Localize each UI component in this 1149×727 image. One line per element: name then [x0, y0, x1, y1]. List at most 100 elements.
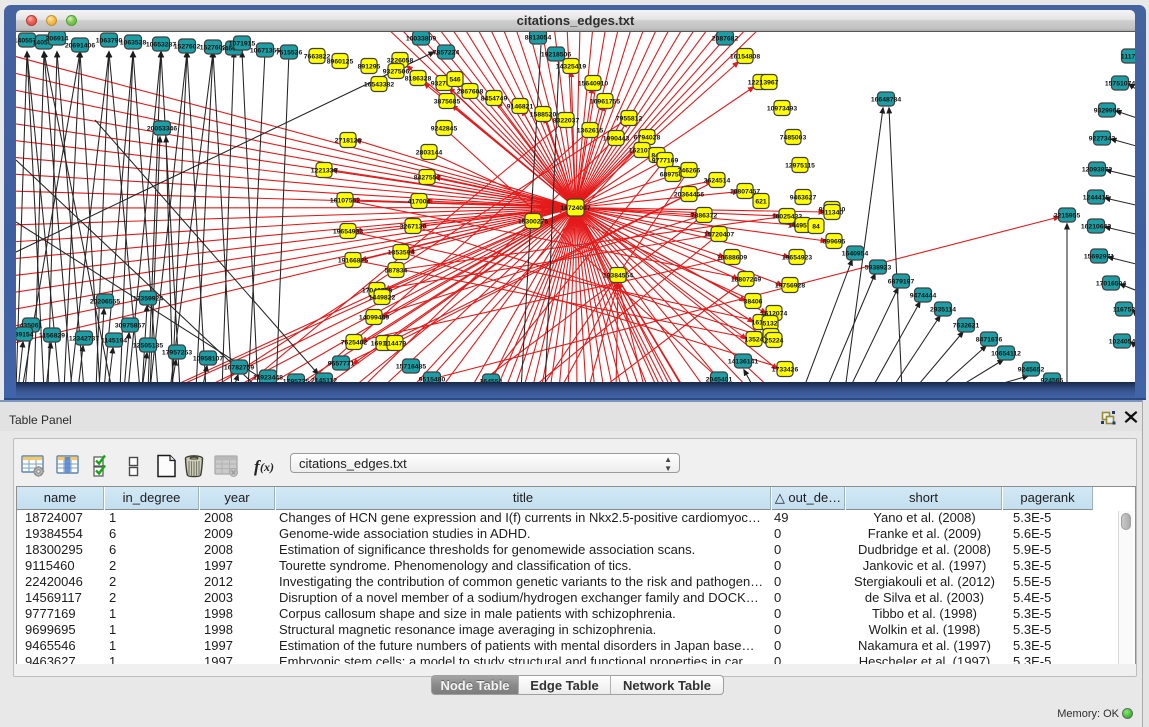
svg-text:9329966: 9329966 — [1094, 107, 1121, 114]
svg-text:8427552: 8427552 — [414, 174, 441, 181]
svg-text:16648784: 16648784 — [871, 96, 901, 103]
svg-text:15720407: 15720407 — [704, 231, 734, 238]
svg-text:12342737: 12342737 — [69, 335, 99, 342]
svg-text:1990443: 1990443 — [603, 135, 630, 142]
svg-text:10688609: 10688609 — [717, 254, 747, 261]
svg-text:3215955: 3215955 — [1054, 212, 1081, 219]
svg-text:17016504: 17016504 — [1096, 280, 1126, 287]
svg-text:19654923: 19654923 — [782, 254, 812, 261]
svg-text:9515480: 9515480 — [419, 376, 446, 382]
svg-text:1244415: 1244415 — [1083, 194, 1110, 201]
svg-text:2935114: 2935114 — [930, 306, 956, 313]
svg-text:8322037: 8322037 — [553, 117, 580, 124]
svg-text:8186328: 8186328 — [405, 75, 432, 82]
svg-text:5132: 5132 — [762, 320, 777, 327]
svg-text:18724007: 18724007 — [560, 205, 590, 212]
svg-text:699695: 699695 — [823, 238, 846, 245]
svg-text:1527602: 1527602 — [174, 43, 201, 50]
svg-text:9245652: 9245652 — [1018, 366, 1045, 373]
svg-text:1063528: 1063528 — [120, 39, 147, 46]
svg-text:19384554: 19384554 — [603, 272, 633, 279]
svg-text:2803144: 2803144 — [416, 149, 443, 156]
svg-text:10958107: 10958107 — [193, 355, 223, 362]
svg-text:1640954: 1640954 — [842, 250, 869, 257]
svg-text:30975857: 30975857 — [115, 322, 145, 329]
svg-text:16107552: 16107552 — [330, 197, 360, 204]
svg-text:546: 546 — [449, 76, 461, 83]
svg-text:6794028: 6794028 — [634, 134, 661, 141]
svg-text:1145194: 1145194 — [101, 337, 127, 344]
svg-text:10973493: 10973493 — [767, 105, 797, 112]
svg-text:9474444: 9474444 — [910, 292, 937, 299]
svg-text:10654112: 10654112 — [991, 350, 1021, 357]
svg-text:1353594: 1353594 — [388, 249, 415, 256]
svg-text:16210643: 16210643 — [1081, 223, 1111, 230]
svg-text:9777169: 9777169 — [652, 157, 679, 164]
svg-text:891295: 891295 — [358, 63, 381, 70]
svg-text:164554: 164554 — [480, 378, 503, 382]
svg-text:19166825: 19166825 — [338, 257, 368, 264]
svg-text:9327506: 9327506 — [383, 68, 410, 75]
svg-text:7515526: 7515526 — [276, 49, 303, 56]
svg-text:10653287: 10653287 — [146, 41, 176, 48]
svg-text:18807249: 18807249 — [731, 276, 761, 283]
svg-text:1063790: 1063790 — [96, 37, 123, 44]
svg-text:116753: 116753 — [1113, 306, 1135, 313]
svg-text:14099489: 14099489 — [359, 314, 389, 321]
svg-text:16154808: 16154808 — [730, 53, 760, 60]
svg-text:2718126: 2718126 — [335, 137, 362, 144]
svg-text:19654933: 19654933 — [333, 228, 363, 235]
svg-text:17359924: 17359924 — [133, 295, 163, 302]
svg-text:8960125: 8960125 — [327, 58, 354, 65]
svg-text:11172: 11172 — [1121, 53, 1135, 60]
svg-text:20364456: 20364456 — [674, 191, 704, 198]
svg-text:15716485: 15716485 — [396, 363, 426, 370]
svg-text:20691406: 20691406 — [65, 42, 95, 49]
svg-text:3624514: 3624514 — [704, 177, 731, 184]
svg-text:9146821: 9146821 — [507, 103, 534, 110]
svg-text:1071915: 1071915 — [229, 40, 256, 47]
svg-text:2045401: 2045401 — [706, 376, 733, 382]
svg-text:14136141: 14136141 — [728, 358, 758, 365]
svg-text:1024054: 1024054 — [1109, 338, 1135, 345]
svg-text:9227343: 9227343 — [1089, 135, 1116, 142]
svg-text:20053346: 20053346 — [147, 125, 177, 132]
svg-text:1221339: 1221339 — [311, 167, 338, 174]
svg-text:9463627: 9463627 — [790, 194, 817, 201]
svg-text:7857224: 7857224 — [433, 49, 460, 56]
svg-text:16033809: 16033809 — [406, 35, 436, 42]
svg-text:1795725: 1795725 — [283, 378, 310, 382]
svg-text:2867608: 2867608 — [457, 88, 484, 95]
svg-text:114479: 114479 — [384, 340, 407, 347]
svg-text:16543382: 16543382 — [364, 81, 394, 88]
svg-text:84: 84 — [812, 223, 820, 230]
svg-text:12505135: 12505135 — [133, 342, 163, 349]
svg-text:2145112: 2145112 — [311, 377, 337, 382]
svg-text:924565: 924565 — [1041, 377, 1064, 382]
svg-text:911340: 911340 — [821, 209, 844, 216]
svg-text:6879197: 6879197 — [888, 278, 915, 285]
svg-text:8471676: 8471676 — [976, 336, 1003, 343]
svg-text:587834: 587834 — [385, 267, 408, 274]
svg-text:17957253: 17957253 — [162, 349, 192, 356]
svg-text:7632621: 7632621 — [953, 322, 980, 329]
svg-text:7955812: 7955812 — [616, 115, 643, 122]
svg-text:1362615: 1362615 — [577, 127, 604, 134]
svg-text:(x): (x) — [260, 460, 274, 474]
svg-text:1733426: 1733426 — [772, 366, 799, 373]
svg-text:16782759: 16782759 — [224, 364, 254, 371]
svg-text:417004: 417004 — [408, 198, 431, 205]
svg-text:9657771: 9657771 — [328, 360, 355, 367]
svg-text:19218506: 19218506 — [541, 51, 571, 58]
svg-text:746266: 746266 — [678, 167, 701, 174]
svg-text:39154: 39154 — [16, 331, 34, 338]
svg-text:5938923: 5938923 — [865, 264, 892, 271]
svg-text:7886372: 7886372 — [691, 212, 718, 219]
svg-text:8813054: 8813054 — [525, 34, 552, 41]
svg-text:15300275: 15300275 — [518, 218, 548, 225]
svg-text:9242845: 9242845 — [431, 125, 458, 132]
svg-text:12975115: 12975115 — [785, 162, 815, 169]
svg-text:206914: 206914 — [46, 35, 69, 42]
svg-text:25224: 25224 — [765, 337, 784, 344]
svg-text:16961755: 16961755 — [590, 98, 620, 105]
